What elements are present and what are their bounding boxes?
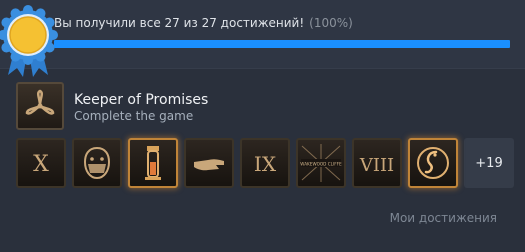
- progress-bar: [54, 40, 510, 48]
- more-achievements-count[interactable]: +19: [464, 138, 514, 188]
- completion-badge-icon: [0, 5, 58, 81]
- roman-viii-icon[interactable]: VIII: [352, 138, 402, 188]
- masked-face-icon[interactable]: [72, 138, 122, 188]
- hand-icon[interactable]: [184, 138, 234, 188]
- progress-header: [0, 0, 525, 68]
- svg-text:X: X: [33, 152, 49, 177]
- svg-text:VIII: VIII: [359, 155, 394, 176]
- progress-summary: Вы получили все 27 из 27 достижений! (100…: [54, 16, 353, 30]
- vial-icon[interactable]: [128, 138, 178, 188]
- header-divider: [0, 68, 525, 69]
- achievements-panel: Вы получили все 27 из 27 достижений! (100…: [0, 0, 525, 252]
- progress-bar-fill: [54, 40, 510, 48]
- seahorse-icon[interactable]: [408, 138, 458, 188]
- progress-percent: (100%): [309, 16, 353, 30]
- triskelion-icon[interactable]: [16, 82, 64, 130]
- featured-achievement-title: Keeper of Promises: [74, 92, 209, 108]
- my-achievements-link[interactable]: Мои достижения: [390, 211, 497, 225]
- featured-achievement-description: Complete the game: [74, 109, 194, 123]
- progress-text: Вы получили все 27 из 27 достижений!: [54, 16, 305, 30]
- svg-text:IX: IX: [254, 152, 277, 176]
- roman-ix-icon[interactable]: IX: [240, 138, 290, 188]
- svg-text:WAKEWOOD CLIFFE: WAKEWOOD CLIFFE: [300, 162, 342, 167]
- roman-x-icon[interactable]: X: [16, 138, 66, 188]
- woodcliffe-icon[interactable]: WAKEWOOD CLIFFE: [296, 138, 346, 188]
